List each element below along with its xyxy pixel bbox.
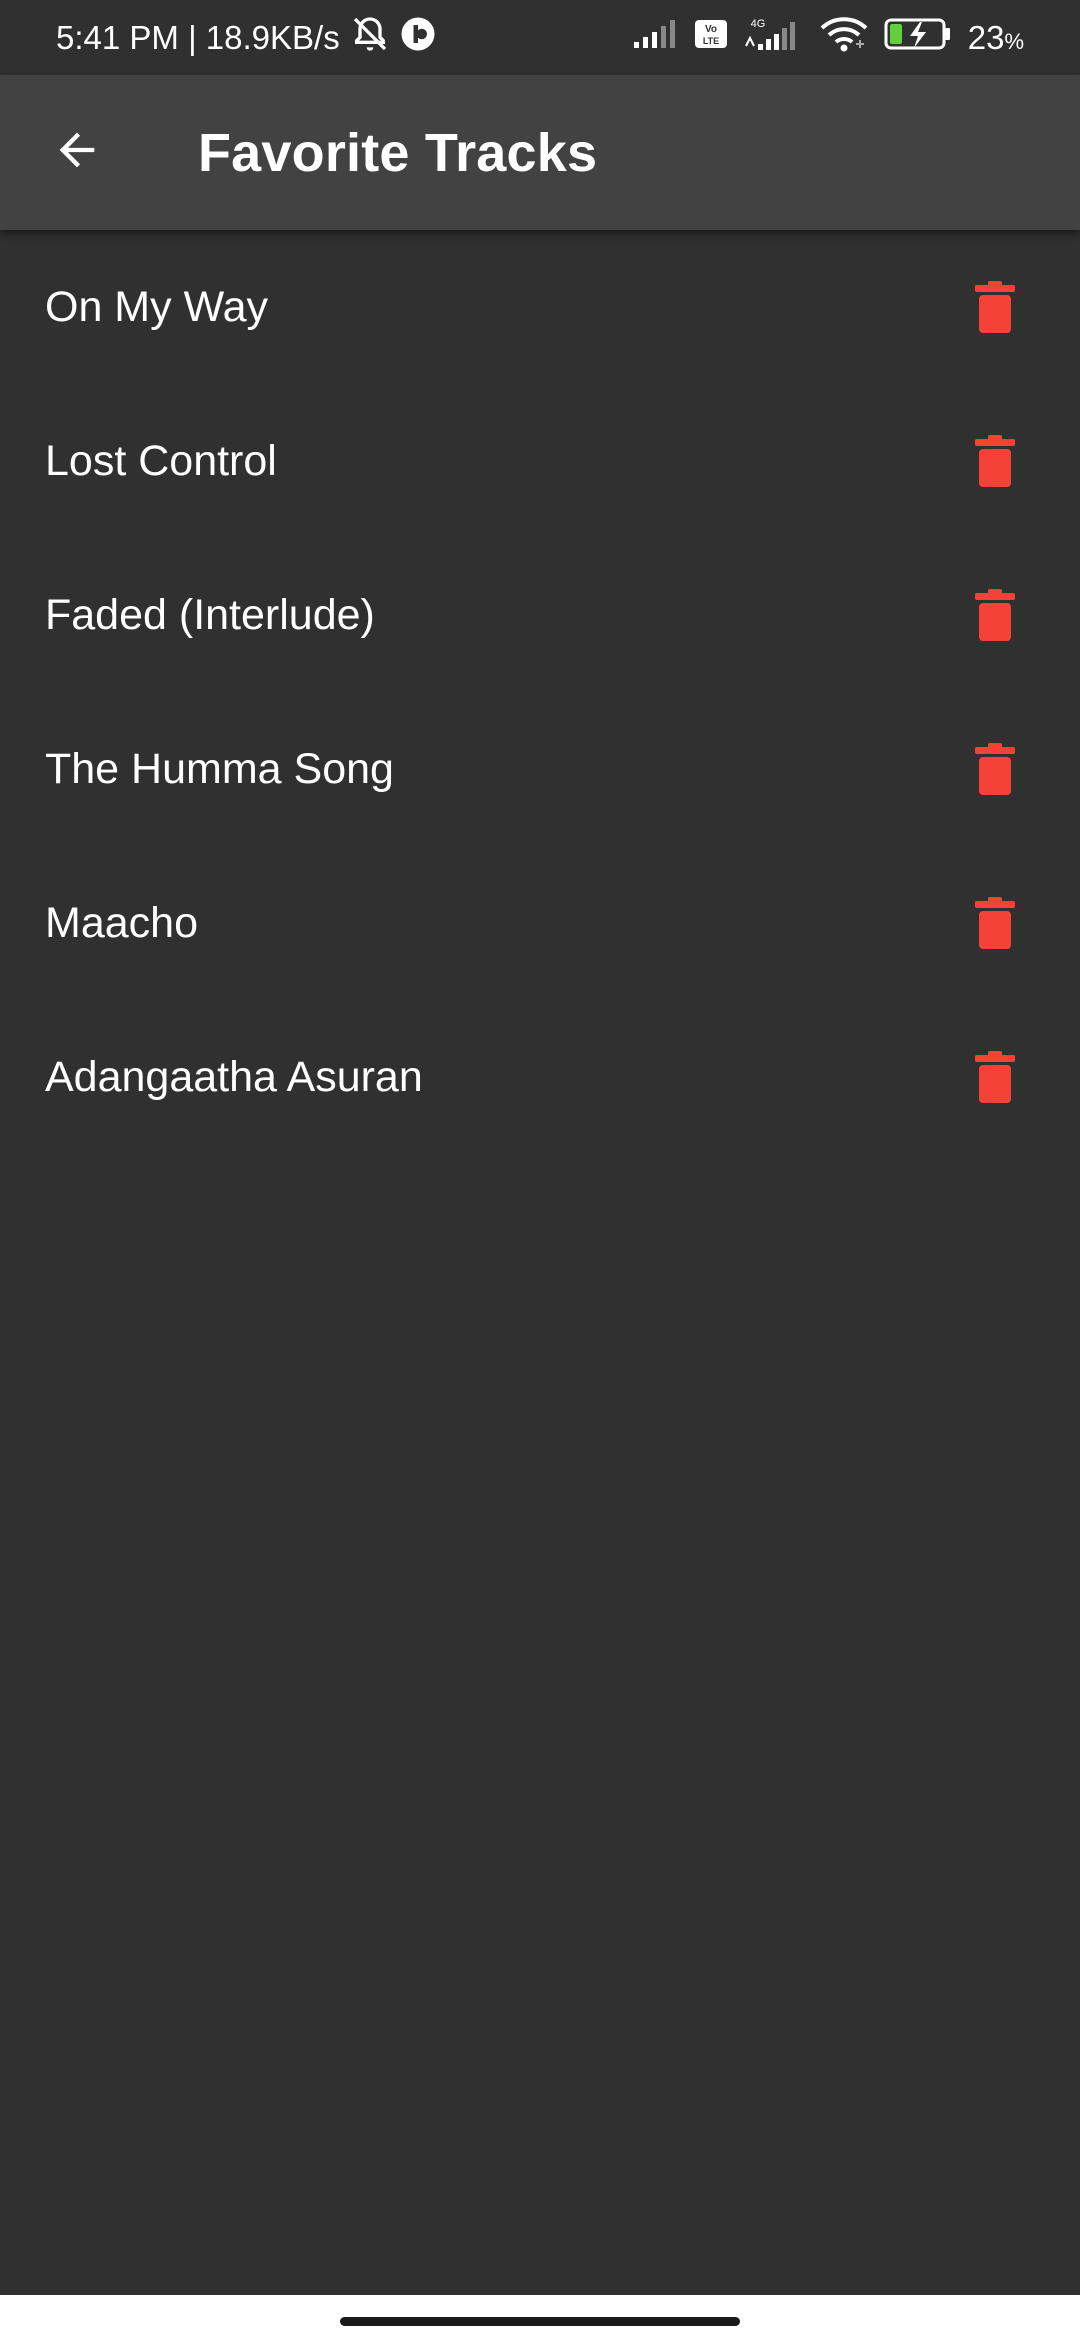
- svg-text:LTE: LTE: [703, 36, 719, 46]
- back-button[interactable]: [22, 98, 132, 208]
- network-4g-signal-icon: 4G: [742, 16, 804, 60]
- track-title: Faded (Interlude): [45, 590, 375, 639]
- muted-bell-icon: [350, 14, 390, 62]
- wifi-icon: [818, 14, 870, 62]
- status-left: 5:41 PM | 18.9KB/s: [56, 14, 436, 62]
- status-right: Vo LTE 4G 23%: [632, 14, 1024, 62]
- track-title: On My Way: [45, 282, 268, 331]
- status-time-speed: 5:41 PM | 18.9KB/s: [56, 18, 340, 56]
- track-title: Lost Control: [45, 436, 277, 485]
- battery-percent: 23%: [967, 18, 1024, 56]
- svg-text:4G: 4G: [750, 18, 765, 30]
- trash-icon: [975, 435, 1015, 487]
- volte-icon: Vo LTE: [694, 18, 728, 58]
- battery-charging-icon: [884, 16, 954, 60]
- trash-icon: [975, 1051, 1015, 1103]
- track-title: Adangaatha Asuran: [45, 1052, 423, 1101]
- app-notification-icon: [400, 16, 436, 60]
- list-item[interactable]: On My Way: [0, 230, 1080, 384]
- delete-track-button[interactable]: [940, 714, 1050, 824]
- trash-icon: [975, 281, 1015, 333]
- trash-icon: [975, 743, 1015, 795]
- delete-track-button[interactable]: [940, 406, 1050, 516]
- list-item[interactable]: Faded (Interlude): [0, 538, 1080, 692]
- navigation-bar: [0, 2295, 1080, 2340]
- home-indicator[interactable]: [340, 2317, 740, 2326]
- trash-icon: [975, 897, 1015, 949]
- list-item[interactable]: Adangaatha Asuran: [0, 1000, 1080, 1154]
- list-item[interactable]: Maacho: [0, 846, 1080, 1000]
- track-title: Maacho: [45, 898, 198, 947]
- favorite-tracks-list: On My Way Lost Control Faded (Interlude)…: [0, 230, 1080, 1154]
- list-item[interactable]: Lost Control: [0, 384, 1080, 538]
- delete-track-button[interactable]: [940, 868, 1050, 978]
- track-title: The Humma Song: [45, 744, 394, 793]
- arrow-left-icon: [51, 124, 103, 181]
- delete-track-button[interactable]: [940, 1022, 1050, 1132]
- page-title: Favorite Tracks: [198, 122, 598, 183]
- app-bar: Favorite Tracks: [0, 75, 1080, 230]
- list-item[interactable]: The Humma Song: [0, 692, 1080, 846]
- svg-text:Vo: Vo: [705, 24, 717, 35]
- delete-track-button[interactable]: [940, 252, 1050, 362]
- signal-strength-icon: [632, 18, 680, 58]
- delete-track-button[interactable]: [940, 560, 1050, 670]
- status-bar: 5:41 PM | 18.9KB/s Vo LTE 4G 23%: [0, 0, 1080, 75]
- trash-icon: [975, 589, 1015, 641]
